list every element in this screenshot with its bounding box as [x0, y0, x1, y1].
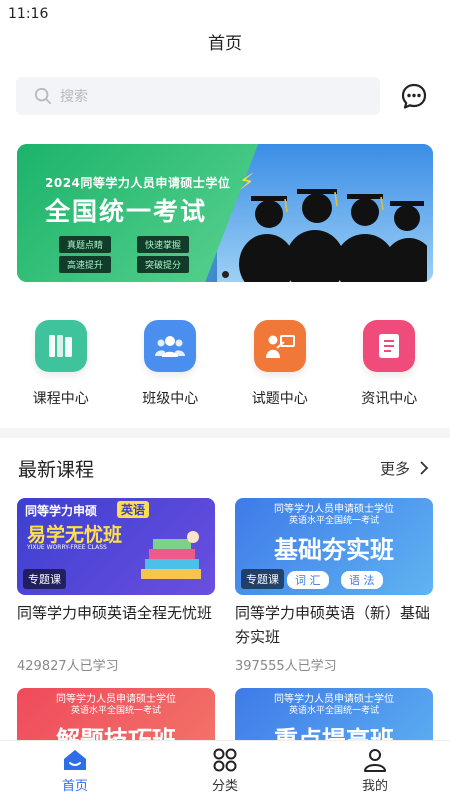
- quick-nav-label: 班级中心: [142, 391, 199, 407]
- thumb-subject: 英语: [117, 501, 150, 518]
- course-tag: 专题课: [23, 569, 66, 589]
- thumb-title: 同等学力申硕: [25, 504, 98, 518]
- carousel-indicator[interactable]: [222, 271, 229, 278]
- group-icon: [144, 320, 197, 372]
- thumb-en: YIXUE WORRY-FREE CLASS: [27, 544, 107, 551]
- tab-label: 首页: [61, 778, 88, 794]
- quick-nav-course-center[interactable]: 课程中心: [11, 320, 111, 408]
- home-icon: [64, 749, 86, 770]
- search-placeholder: 搜索: [60, 89, 88, 105]
- thumb-big-title: 易学无忧班: [27, 524, 123, 546]
- quick-nav-label: 资讯中心: [361, 391, 418, 407]
- banner-tag: 真题点睛: [59, 236, 112, 253]
- course-thumbnail: 同等学力申硕 英语 易学无忧班 YIXUE WORRY-FREE CLASS 专…: [17, 498, 215, 595]
- thumb-chip: 语 法: [341, 571, 383, 589]
- news-icon: [363, 320, 416, 372]
- search-input[interactable]: 搜索: [16, 77, 380, 115]
- tab-home[interactable]: 首页: [35, 748, 115, 794]
- course-name: 同等学力申硕英语（新）基础夯实班: [235, 604, 431, 646]
- banner-line1: 2024同等学力人员申请硕士学位: [45, 176, 231, 190]
- thumb-big-title: 基础夯实班: [274, 536, 394, 564]
- section-divider: [0, 428, 450, 438]
- banner-tag: 高速提升: [59, 256, 112, 273]
- course-card[interactable]: 同等学力人员申请硕士学位 英语水平全国统一考试 基础夯实班 词 汇 语 法 专题…: [235, 498, 433, 674]
- promo-banner[interactable]: ⚡ 2024同等学力人员申请硕士学位 全国统一考试 真题点睛 快速掌握 高速提升…: [17, 144, 433, 282]
- quick-nav: 课程中心 班级中心 试题中心 资讯中心: [0, 320, 450, 408]
- thumb-subtitle: 英语水平全国统一考试: [288, 516, 379, 526]
- course-students: 429827人已学习: [17, 659, 119, 674]
- bolt-icon: ⚡: [239, 170, 255, 195]
- latest-courses-header: 最新课程 更多: [0, 452, 450, 484]
- tab-label: 分类: [211, 778, 238, 794]
- tab-category[interactable]: 分类: [185, 748, 265, 794]
- quick-nav-label: 试题中心: [251, 391, 308, 407]
- more-label: 更多: [379, 459, 410, 478]
- graduates-illustration: [239, 189, 427, 282]
- quick-nav-label: 课程中心: [32, 391, 89, 407]
- tab-label: 我的: [361, 778, 388, 794]
- thumb-chip: 词 汇: [287, 571, 329, 589]
- course-card[interactable]: 同等学力申硕 英语 易学无忧班 YIXUE WORRY-FREE CLASS 专…: [17, 498, 215, 674]
- message-icon: [401, 83, 427, 109]
- thumb-subtitle: 英语水平全国统一考试: [70, 706, 161, 716]
- course-students: 397555人已学习: [235, 659, 337, 674]
- search-icon: [34, 87, 52, 105]
- course-tag: 专题课: [241, 569, 284, 589]
- status-time: 11:16: [8, 6, 49, 22]
- teacher-icon: [253, 320, 306, 372]
- tab-mine[interactable]: 我的: [335, 748, 415, 794]
- course-name: 同等学力申硕英语全程无忧班: [17, 604, 213, 622]
- banner-tag: 突破提分: [137, 256, 190, 273]
- books-illustration: [141, 531, 201, 579]
- course-thumbnail: 同等学力人员申请硕士学位 英语水平全国统一考试 基础夯实班 词 汇 语 法 专题…: [235, 498, 433, 595]
- message-button[interactable]: [394, 76, 434, 116]
- quick-nav-question-center[interactable]: 试题中心: [230, 320, 330, 408]
- user-icon: [364, 748, 386, 772]
- chevron-right-icon: [420, 461, 429, 475]
- banner-tag: 快速掌握: [137, 236, 190, 253]
- books-icon: [34, 320, 87, 372]
- search-row: 搜索: [0, 76, 450, 116]
- section-title: 最新课程: [18, 458, 95, 481]
- quick-nav-news-center[interactable]: 资讯中心: [339, 320, 439, 408]
- banner-line2: 全国统一考试: [45, 197, 208, 226]
- more-link[interactable]: 更多: [380, 458, 432, 479]
- category-icon: [213, 748, 237, 771]
- bottom-tab-bar: 首页 分类 我的: [0, 740, 450, 800]
- status-bar: 11:16: [0, 0, 450, 28]
- page-title: 首页: [208, 34, 242, 54]
- quick-nav-class-center[interactable]: 班级中心: [120, 320, 220, 408]
- thumb-subtitle: 英语水平全国统一考试: [288, 706, 379, 716]
